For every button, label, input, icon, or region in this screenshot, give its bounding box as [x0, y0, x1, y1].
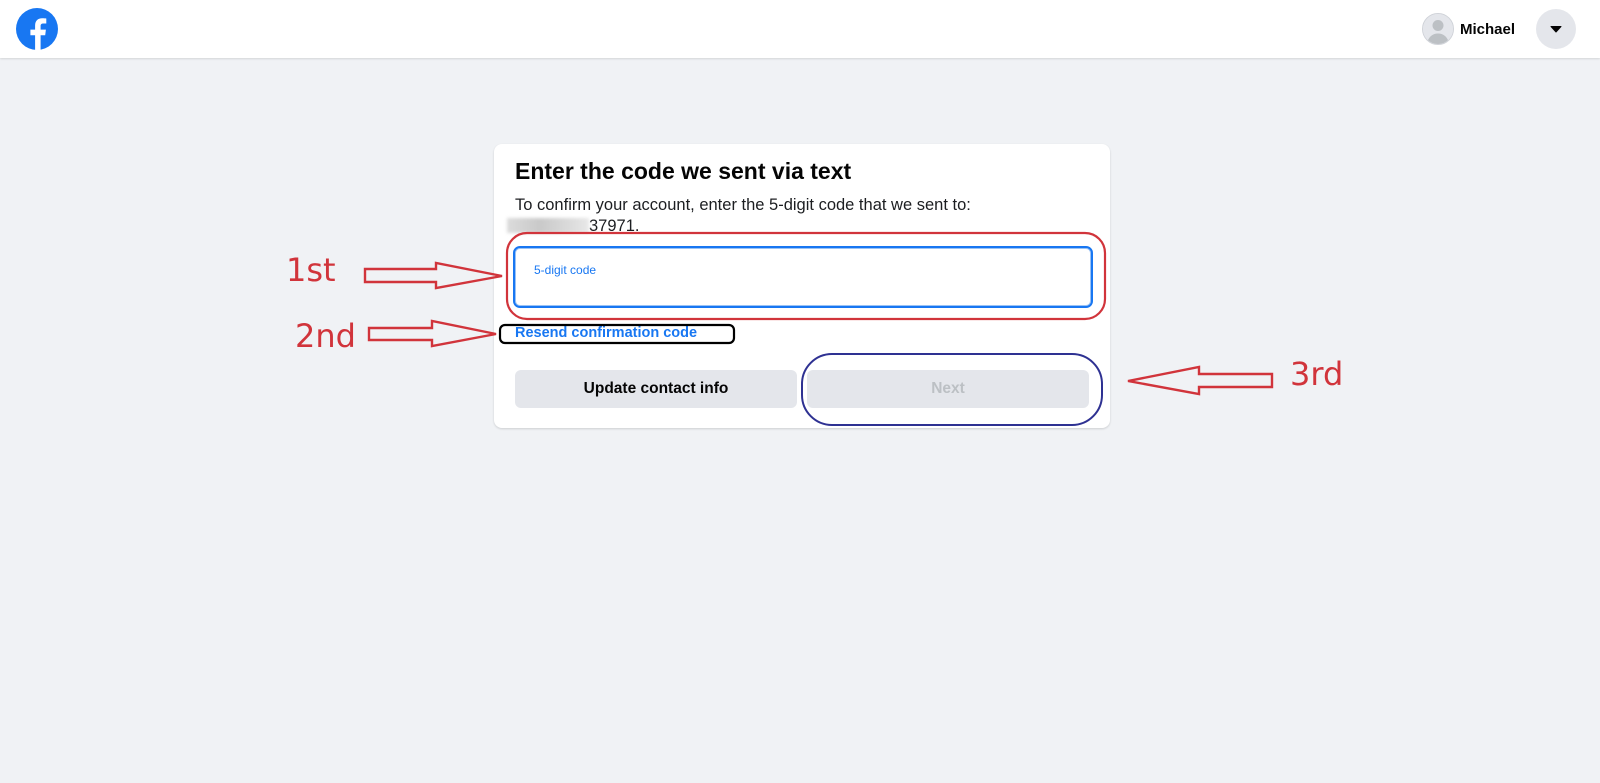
next-button[interactable]: Next [807, 370, 1089, 408]
card-description: To confirm your account, enter the 5-dig… [507, 195, 1095, 237]
account-menu-button[interactable] [1536, 9, 1576, 49]
redacted-phone-number [507, 218, 589, 233]
phone-number-suffix: 37971. [589, 217, 640, 235]
confirmation-card: Enter the code we sent via text To confi… [494, 144, 1110, 428]
annotation-label-third: 3rd [1290, 355, 1344, 393]
facebook-logo-icon[interactable] [16, 8, 58, 50]
annotation-arrow-second [367, 319, 497, 348]
user-avatar-icon [1422, 13, 1454, 45]
profile-name: Michael [1460, 20, 1516, 38]
top-bar: Michael [0, 0, 1600, 58]
caret-down-icon [1550, 26, 1562, 33]
annotation-arrow-first [363, 261, 503, 290]
profile-button[interactable]: Michael [1422, 13, 1521, 45]
code-input-container[interactable]: 5-digit code [513, 246, 1093, 308]
annotation-label-first: 1st [286, 251, 336, 289]
description-text: To confirm your account, enter the 5-dig… [515, 196, 971, 214]
card-title: Enter the code we sent via text [515, 158, 852, 184]
code-input[interactable] [515, 248, 1091, 306]
annotation-label-second: 2nd [295, 317, 356, 355]
resend-code-link[interactable]: Resend confirmation code [515, 325, 697, 341]
update-contact-info-button[interactable]: Update contact info [515, 370, 797, 408]
annotation-arrow-third [1127, 365, 1274, 396]
